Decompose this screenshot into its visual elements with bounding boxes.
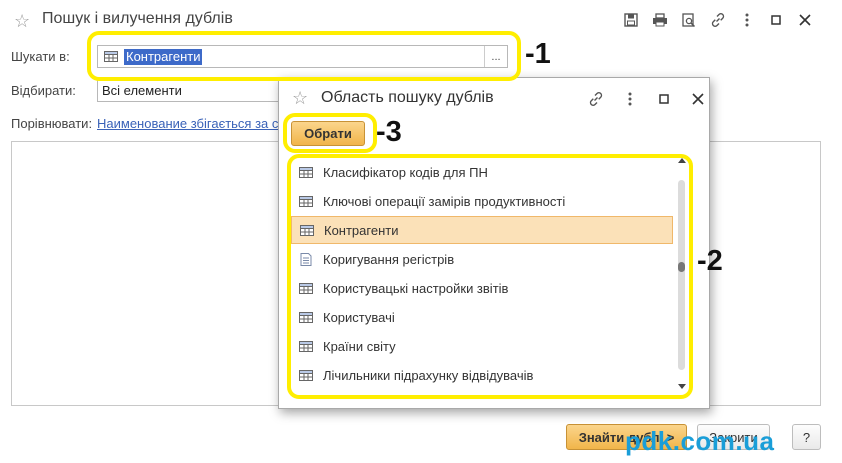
print-icon[interactable] (651, 11, 669, 29)
filter-value: Всі елементи (102, 83, 182, 98)
filter-label: Відбирати: (11, 83, 76, 98)
highlight-list (287, 154, 693, 399)
watermark: pdk.com.ua (625, 426, 775, 456)
close-icon[interactable] (796, 11, 814, 29)
dialog-title: Область пошуку дублів (321, 89, 494, 106)
highlight-choose-button (283, 113, 377, 153)
search-in-label: Шукати в: (11, 49, 70, 64)
filter-field[interactable]: Всі елементи (97, 79, 287, 102)
dialog-favorite-star-icon[interactable]: ☆ (292, 89, 308, 107)
window-title: Пошук і вилучення дублів (42, 10, 233, 27)
link-icon[interactable] (709, 11, 727, 29)
save-icon[interactable] (622, 11, 640, 29)
annotation-marker-2: -2 (697, 245, 723, 277)
print-preview-icon[interactable] (680, 11, 698, 29)
dialog-maximize-icon[interactable] (655, 90, 673, 108)
window-toolbar (622, 11, 814, 29)
maximize-icon[interactable] (767, 11, 785, 29)
compare-label: Порівнювати: (11, 116, 93, 131)
dialog-close-icon[interactable] (689, 90, 707, 108)
dialog-link-icon[interactable] (587, 90, 605, 108)
compare-link[interactable]: Наименование збігається за с (97, 116, 278, 131)
more-icon[interactable] (738, 11, 756, 29)
annotation-marker-3: -3 (376, 116, 402, 148)
annotation-marker-1: -1 (525, 38, 551, 70)
help-button-label: ? (802, 429, 811, 445)
highlight-search-field (87, 31, 521, 81)
dialog-toolbar (587, 90, 707, 108)
help-button[interactable]: ? (792, 424, 821, 450)
dialog-more-icon[interactable] (621, 90, 639, 108)
favorite-star-icon[interactable]: ☆ (14, 12, 30, 30)
